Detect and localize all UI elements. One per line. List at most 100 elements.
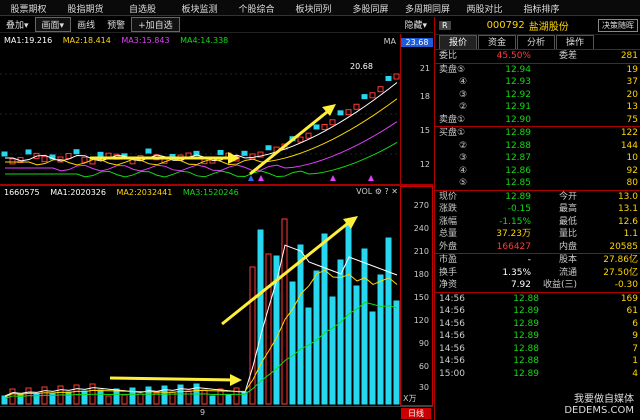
volume-ma-legend: 1660575 MA1:2020326 MA2:2032441 MA3:1520… (4, 188, 247, 197)
candle (25, 149, 32, 155)
buy-row[interactable]: ⑤ 12.85 80 (435, 177, 640, 190)
volume-bar (337, 259, 344, 405)
order-diff-value: 281 (620, 51, 638, 61)
tab-quote[interactable]: 报价 (439, 35, 477, 49)
high-price-label: 20.68 (350, 62, 373, 71)
y-tick: 21 (419, 64, 430, 73)
vol-value-label: 1660575 (4, 188, 40, 197)
ma-tag[interactable]: MA (384, 37, 396, 46)
candle (337, 110, 344, 116)
volume-bar (105, 395, 112, 405)
menu-item-multi-period[interactable]: 多周期同屏 (399, 0, 456, 15)
candle (313, 124, 320, 130)
sell-row[interactable]: ③ 12.92 20 (435, 89, 640, 102)
buy-row[interactable]: ② 12.88 144 (435, 140, 640, 153)
menu-item-index-futures[interactable]: 股指期货 (57, 0, 114, 15)
tick-row: 14:56 12.89 61 (439, 306, 638, 316)
time-tick: 9 (200, 408, 206, 417)
tab-funds[interactable]: 资金 (478, 35, 516, 49)
y-tick: 270 (413, 201, 429, 210)
alert-button[interactable]: 预警 (101, 18, 131, 31)
watermark: 我要做自媒体 DEDEMS.COM (564, 394, 634, 416)
r-badge: R (439, 21, 451, 30)
volume-bar (289, 281, 296, 405)
volume-chart-pane[interactable]: 1660575 MA1:2020326 MA2:2032441 MA3:1520… (0, 186, 400, 406)
menu-item-sector-list[interactable]: 板块同列 (285, 0, 342, 15)
candle (297, 136, 304, 143)
menu-item-stock-overview[interactable]: 个股综合 (228, 0, 285, 15)
volume-bar (313, 270, 320, 405)
gear-icon[interactable]: ⚙ (375, 187, 382, 196)
tick-row: 14:56 12.89 6 (439, 318, 638, 329)
stock-name: 盐湖股份 (528, 22, 569, 33)
tab-analysis[interactable]: 分析 (517, 35, 555, 49)
add-watchlist-button[interactable]: +加自选 (131, 17, 180, 32)
stock-code: 000792 (486, 20, 525, 31)
tab-operation[interactable]: 操作 (556, 35, 594, 49)
sell-row[interactable]: 卖盘⑤ 12.94 19 (435, 64, 640, 77)
menu-item-watchlist[interactable]: 自选股 (114, 0, 171, 15)
menu-item-multi-stock[interactable]: 多股同屏 (342, 0, 399, 15)
trend-arrow-up (249, 106, 333, 176)
close-icon[interactable]: ✕ (391, 187, 398, 196)
volume-bar (129, 387, 136, 405)
volume-bar (97, 389, 104, 405)
view-button[interactable]: 画面▾ (34, 17, 72, 32)
volume-bar (185, 390, 192, 405)
price-stats: 现价 12.89 今开 13.0 涨跌 -0.15 最高 13.1 涨幅 -1.15% 最低 12… (435, 191, 640, 254)
stat-row: 外盘 166427 内盘 20585 (439, 241, 638, 252)
y-tick: 15 (419, 126, 430, 135)
sell-row[interactable]: ② 12.91 13 (435, 101, 640, 114)
current-price-badge: 23.68 (401, 38, 433, 47)
menu-item-compare[interactable]: 两股对比 (456, 0, 513, 15)
tick-row: 14:56 12.88 169 (439, 293, 638, 304)
menu-item-sector-monitor[interactable]: 板块监测 (171, 0, 228, 15)
stat-row: 总量 37.23万 量比 1.1 (439, 229, 638, 239)
overlay-button[interactable]: 叠加▾ (0, 18, 35, 31)
quote-panel: R 000792 盐湖股份 决策随晖 报价 资金 分析 操作 委比 45.50%… (434, 17, 640, 420)
order-diff-label: 委差 (558, 51, 577, 61)
candle (305, 132, 312, 139)
candle (1, 151, 8, 157)
volume-bar (305, 307, 312, 405)
quote-tabs: 报价 资金 分析 操作 (435, 35, 640, 50)
y-tick: 240 (413, 224, 429, 233)
sell-row[interactable]: 卖盘① 12.90 75 (435, 114, 640, 127)
candle (81, 156, 88, 163)
volume-bar (233, 387, 240, 405)
price-chart-pane[interactable]: 20.68 MA1:19.216 MA2:18.414 MA3:15.843 M… (0, 34, 400, 184)
period-tab-daily[interactable]: 日线 (401, 408, 431, 419)
volume-bar (353, 285, 360, 405)
buy-row[interactable]: ③ 12.87 10 (435, 152, 640, 165)
stat-row: 涨跌 -0.15 最高 13.1 (439, 204, 638, 214)
order-ratio-label: 委比 (439, 51, 458, 61)
candle (377, 86, 384, 93)
quote-header: R 000792 盐湖股份 决策随晖 (435, 17, 640, 35)
volume-bar (369, 311, 376, 405)
sell-row[interactable]: ④ 12.93 37 (435, 76, 640, 89)
buy-row[interactable]: 买盘① 12.89 122 (435, 127, 640, 140)
candle (329, 119, 336, 126)
y-tick: 18 (419, 92, 430, 101)
tick-row: 14:56 12.89 9 (439, 331, 638, 341)
help-icon[interactable]: ? (385, 187, 389, 196)
volume-bar (145, 386, 152, 405)
candle (265, 145, 272, 151)
top-menu-bar: 股票期权 股指期货 自选股 板块监测 个股综合 板块同列 多股同屏 多周期同屏 … (0, 0, 640, 16)
candle (217, 149, 224, 155)
vol-ma2-label: MA2:2032441 (116, 188, 173, 197)
decision-button[interactable]: 决策随晖 (598, 19, 638, 32)
menu-item-indicator-sort[interactable]: 指标排序 (513, 0, 570, 15)
ma2-label: MA2:18.414 (62, 36, 111, 45)
volume-bar (361, 248, 368, 405)
menu-item-stock-options[interactable]: 股票期权 (0, 0, 57, 15)
trend-arrow-flat-head (228, 152, 240, 164)
hide-button[interactable]: 隐藏▾ (398, 18, 433, 31)
buy-row[interactable]: ④ 12.86 92 (435, 165, 640, 178)
draw-line-button[interactable]: 画线 (71, 18, 101, 31)
volume-y-axis: 270 240 210 180 150 120 90 60 30 X万 (400, 186, 433, 406)
vol-indicator-label[interactable]: VOL (356, 187, 372, 196)
volume-bar (121, 394, 128, 405)
y-tick: 150 (413, 293, 429, 302)
stat-row: 涨幅 -1.15% 最低 12.6 (439, 216, 638, 227)
